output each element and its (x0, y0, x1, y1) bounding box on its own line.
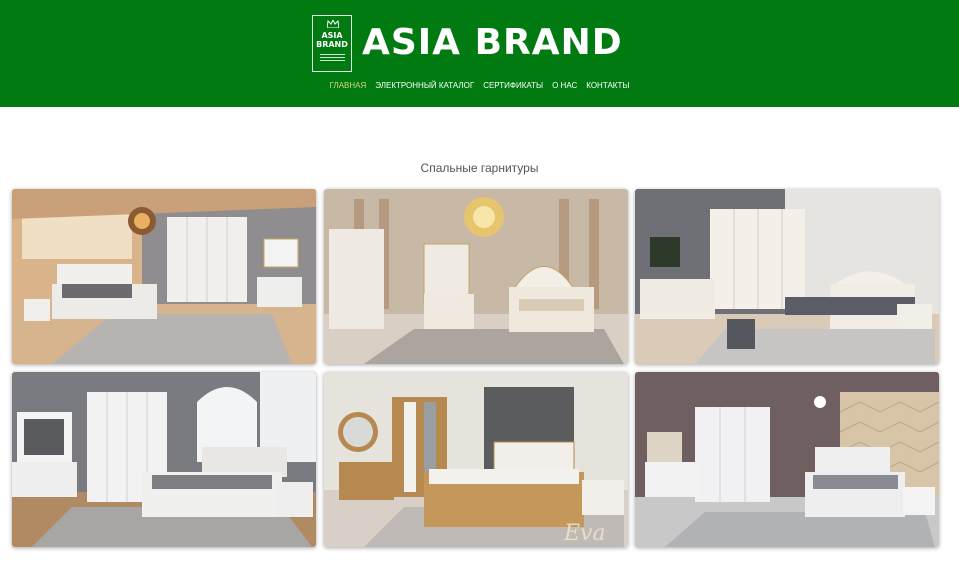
gallery-card-bedroom-5[interactable]: Eva (324, 372, 628, 547)
gallery-card-bedroom-1[interactable] (12, 189, 316, 364)
brand-name[interactable]: ASIA BRAND (362, 22, 623, 64)
nav-item-certificates[interactable]: СЕРТИФИКАТЫ (483, 80, 543, 92)
nav-item-catalog[interactable]: ЭЛЕКТРОННЫЙ КАТАЛОГ (375, 80, 474, 92)
gallery-card-bedroom-3[interactable] (635, 189, 939, 364)
logo-text-asia: ASIA (321, 31, 343, 40)
nav-item-home[interactable]: ГЛАВНАЯ (330, 80, 367, 92)
site-header: ASIA BRAND ASIA BRAND ГЛАВНАЯ ЭЛЕКТРОННЫ… (0, 0, 959, 107)
logo-text-brand: BRAND (316, 40, 348, 49)
nav-item-contacts[interactable]: КОНТАКТЫ (586, 80, 629, 92)
section-title: Спальные гарнитуры (420, 161, 539, 175)
logo-stripe (320, 54, 345, 55)
bedroom-image (635, 372, 939, 547)
gallery-card-bedroom-6[interactable] (635, 372, 939, 547)
bedroom-image: Eva (324, 372, 628, 547)
bedroom-image (324, 189, 628, 364)
bedroom-image (12, 189, 316, 364)
logo-stripe (320, 57, 345, 58)
eva-watermark: Eva (563, 521, 606, 546)
nav-item-about[interactable]: О НАС (552, 80, 577, 92)
gallery-card-bedroom-2[interactable] (324, 189, 628, 364)
main-navigation: ГЛАВНАЯ ЭЛЕКТРОННЫЙ КАТАЛОГ СЕРТИФИКАТЫ … (0, 80, 959, 92)
crown-icon (327, 20, 339, 28)
bedroom-image (635, 189, 939, 364)
logo-emblem[interactable]: ASIA BRAND (312, 15, 352, 72)
bedroom-image (12, 372, 316, 547)
logo-stripe (320, 60, 345, 61)
gallery-card-bedroom-4[interactable] (12, 372, 316, 547)
